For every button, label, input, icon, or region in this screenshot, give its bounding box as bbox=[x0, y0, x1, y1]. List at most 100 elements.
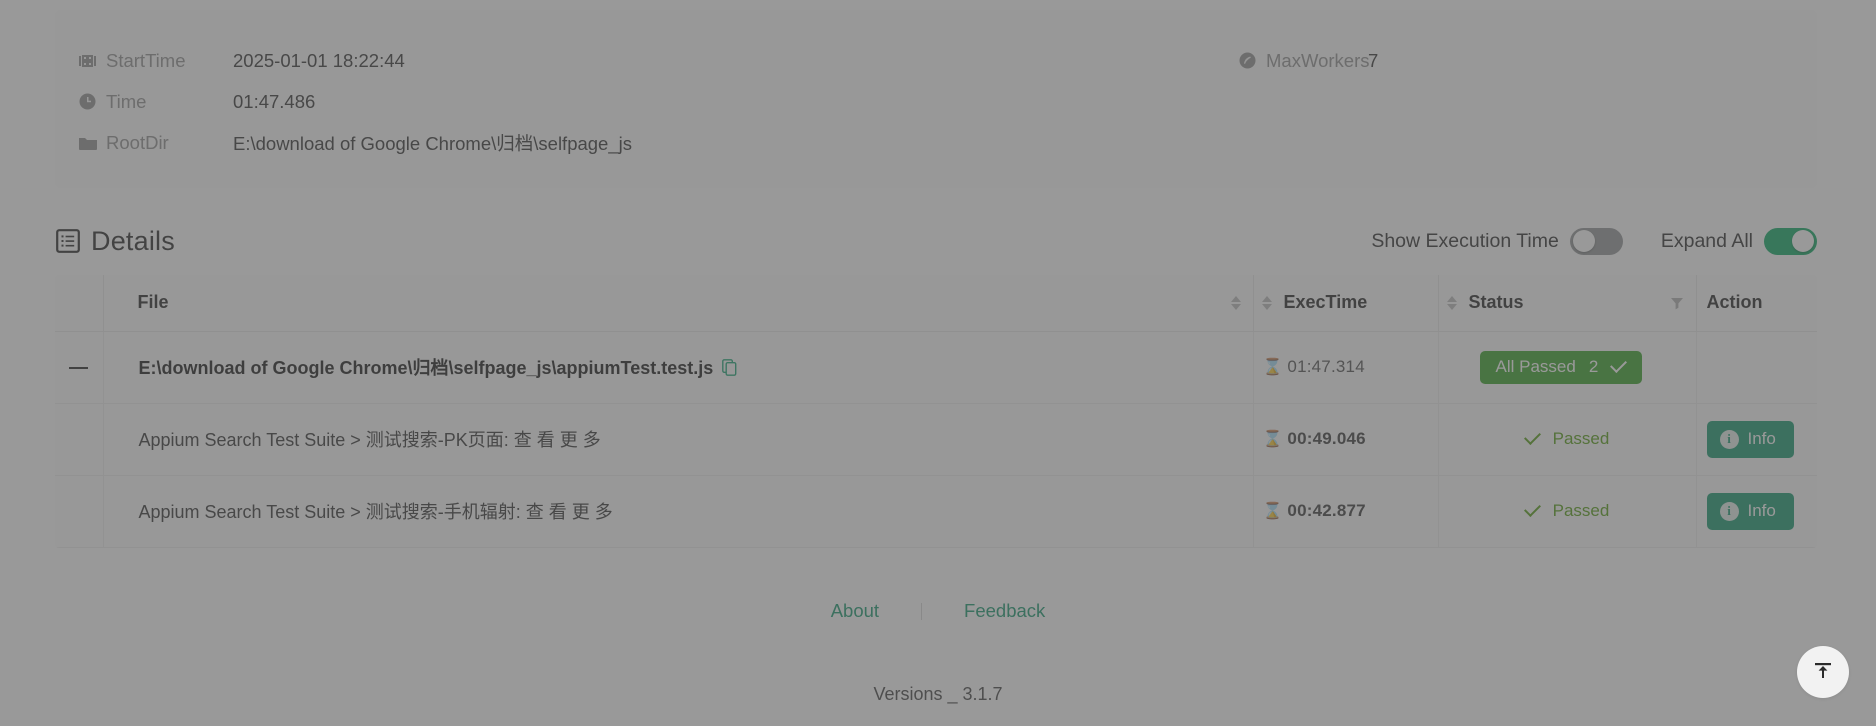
rocket-icon bbox=[1238, 51, 1257, 70]
details-title-text: Details bbox=[91, 225, 175, 256]
info-button[interactable]: i Info bbox=[1706, 420, 1794, 458]
status-cell: All Passed 2 bbox=[1438, 331, 1697, 404]
expand-cell[interactable] bbox=[55, 331, 104, 404]
expand-all-toggle[interactable] bbox=[1764, 227, 1817, 255]
copy-icon[interactable] bbox=[722, 358, 737, 376]
case-name: Appium Search Test Suite > 测试搜索-手机辐射: 查 … bbox=[138, 502, 613, 522]
column-header-action: Action bbox=[1696, 275, 1817, 332]
exectime-value: 00:42.877 bbox=[1287, 501, 1366, 520]
check-icon bbox=[1610, 356, 1628, 373]
footer-links: About Feedback bbox=[0, 600, 1876, 622]
column-header-file-label: File bbox=[137, 292, 169, 313]
status-cell: Passed bbox=[1438, 475, 1697, 548]
action-cell: i Info bbox=[1696, 475, 1817, 548]
check-icon bbox=[1523, 500, 1541, 517]
page-title: Details bbox=[55, 226, 175, 257]
table-head: File ExecTime Status Action bbox=[55, 275, 1817, 332]
report-page: StartTime 2025-01-01 18:22:44 Time 01:47… bbox=[0, 0, 1876, 726]
meta-value-starttime: 2025-01-01 18:22:44 bbox=[233, 49, 405, 71]
details-table: File ExecTime Status Action E:\download … bbox=[55, 275, 1817, 548]
filter-status-icon[interactable] bbox=[1670, 296, 1684, 310]
meta-label-starttime: StartTime bbox=[78, 50, 233, 72]
list-box-icon bbox=[55, 229, 80, 254]
expand-cell bbox=[55, 475, 104, 548]
summary-column-left: StartTime 2025-01-01 18:22:44 Time 01:47… bbox=[78, 40, 1238, 163]
show-execution-time-toggle[interactable] bbox=[1569, 227, 1623, 255]
sort-file-icon[interactable] bbox=[1230, 295, 1241, 310]
meta-label-text: StartTime bbox=[106, 49, 186, 71]
footer-divider bbox=[921, 602, 923, 620]
info-button-label: Info bbox=[1747, 429, 1776, 448]
action-cell bbox=[1696, 331, 1817, 404]
meta-row-rootdir: RootDir E:\download of Google Chrome\归档\… bbox=[78, 122, 1238, 163]
feedback-link[interactable]: Feedback bbox=[964, 600, 1045, 622]
meta-label-rootdir: RootDir bbox=[78, 132, 233, 154]
status-text: Passed bbox=[1552, 429, 1610, 448]
info-button-label: Info bbox=[1747, 501, 1776, 520]
expand-all-label: Expand All bbox=[1660, 229, 1753, 252]
details-table-wrapper: File ExecTime Status Action E:\download … bbox=[55, 275, 1817, 548]
summary-column-right: MaxWorkers 7 bbox=[1238, 40, 1778, 163]
column-header-status[interactable]: Status bbox=[1438, 275, 1697, 332]
meta-label-maxworkers: MaxWorkers bbox=[1238, 49, 1370, 72]
hourglass-icon: ⌛ bbox=[1262, 359, 1283, 376]
clock-icon bbox=[78, 92, 97, 111]
table-body: E:\download of Google Chrome\归档\selfpage… bbox=[55, 331, 1817, 548]
sort-status-icon[interactable] bbox=[1446, 295, 1457, 310]
meta-value-rootdir: E:\download of Google Chrome\归档\selfpage… bbox=[233, 132, 632, 154]
sort-exectime-icon[interactable] bbox=[1261, 295, 1272, 310]
meta-value-time: 01:47.486 bbox=[233, 90, 316, 112]
meta-row-maxworkers: MaxWorkers 7 bbox=[1238, 40, 1778, 81]
hourglass-icon: ⌛ bbox=[1262, 431, 1283, 448]
table-row[interactable]: E:\download of Google Chrome\归档\selfpage… bbox=[55, 331, 1817, 404]
expand-cell bbox=[55, 403, 104, 476]
details-header: Details Show Execution Time Expand All bbox=[55, 215, 1817, 267]
exectime-cell: ⌛ 00:49.046 bbox=[1253, 403, 1439, 476]
summary-grid: StartTime 2025-01-01 18:22:44 Time 01:47… bbox=[78, 40, 1794, 163]
status-badge[interactable]: All Passed 2 bbox=[1479, 350, 1643, 384]
show-execution-time-label: Show Execution Time bbox=[1371, 229, 1559, 252]
check-icon bbox=[1523, 428, 1541, 445]
case-name: Appium Search Test Suite > 测试搜索-PK页面: 查 … bbox=[138, 430, 601, 450]
meta-row-starttime: StartTime 2025-01-01 18:22:44 bbox=[78, 40, 1238, 81]
film-icon bbox=[78, 51, 97, 70]
info-button[interactable]: i Info bbox=[1706, 492, 1794, 530]
info-icon: i bbox=[1719, 429, 1739, 449]
column-header-exectime-label: ExecTime bbox=[1283, 292, 1368, 313]
column-header-action-label: Action bbox=[1706, 292, 1763, 313]
file-path-text: E:\download of Google Chrome\归档\selfpage… bbox=[138, 358, 714, 378]
column-header-status-label: Status bbox=[1468, 292, 1524, 313]
folder-icon bbox=[78, 133, 97, 152]
back-to-top-button[interactable] bbox=[1797, 646, 1849, 698]
meta-label-text: Time bbox=[106, 90, 147, 112]
table-row[interactable]: Appium Search Test Suite > 测试搜索-PK页面: 查 … bbox=[55, 403, 1817, 476]
details-controls: Show Execution Time Expand All bbox=[1371, 227, 1817, 255]
meta-label-time: Time bbox=[78, 91, 233, 113]
table-header-row: File ExecTime Status Action bbox=[55, 275, 1817, 332]
meta-row-time: Time 01:47.486 bbox=[78, 81, 1238, 122]
status-text: Passed bbox=[1552, 501, 1610, 520]
about-link[interactable]: About bbox=[831, 600, 879, 622]
minus-icon[interactable] bbox=[69, 366, 89, 369]
column-header-exectime[interactable]: ExecTime bbox=[1253, 275, 1439, 332]
toggle-knob bbox=[1572, 230, 1595, 252]
exectime-cell: ⌛ 00:42.877 bbox=[1253, 475, 1439, 548]
toggle-knob bbox=[1792, 230, 1814, 252]
case-cell: Appium Search Test Suite > 测试搜索-PK页面: 查 … bbox=[103, 403, 1254, 476]
case-cell: Appium Search Test Suite > 测试搜索-手机辐射: 查 … bbox=[103, 475, 1254, 548]
file-cell: E:\download of Google Chrome\归档\selfpage… bbox=[103, 331, 1254, 404]
meta-value-maxworkers: 7 bbox=[1368, 49, 1379, 71]
column-header-file[interactable]: File bbox=[103, 275, 1254, 332]
meta-label-text: MaxWorkers bbox=[1266, 49, 1370, 71]
exectime-value: 00:49.046 bbox=[1287, 429, 1366, 448]
table-row[interactable]: Appium Search Test Suite > 测试搜索-手机辐射: 查 … bbox=[55, 475, 1817, 548]
version-text: Versions _ 3.1.7 bbox=[873, 684, 1003, 704]
arrow-to-top-icon bbox=[1812, 659, 1834, 686]
info-icon: i bbox=[1719, 501, 1739, 521]
summary-panel: StartTime 2025-01-01 18:22:44 Time 01:47… bbox=[55, 10, 1817, 188]
column-header-expand bbox=[55, 275, 104, 332]
status-badge-count: 2 bbox=[1588, 357, 1599, 376]
action-cell: i Info bbox=[1696, 403, 1817, 476]
meta-label-text: RootDir bbox=[106, 131, 169, 153]
status-cell: Passed bbox=[1438, 403, 1697, 476]
